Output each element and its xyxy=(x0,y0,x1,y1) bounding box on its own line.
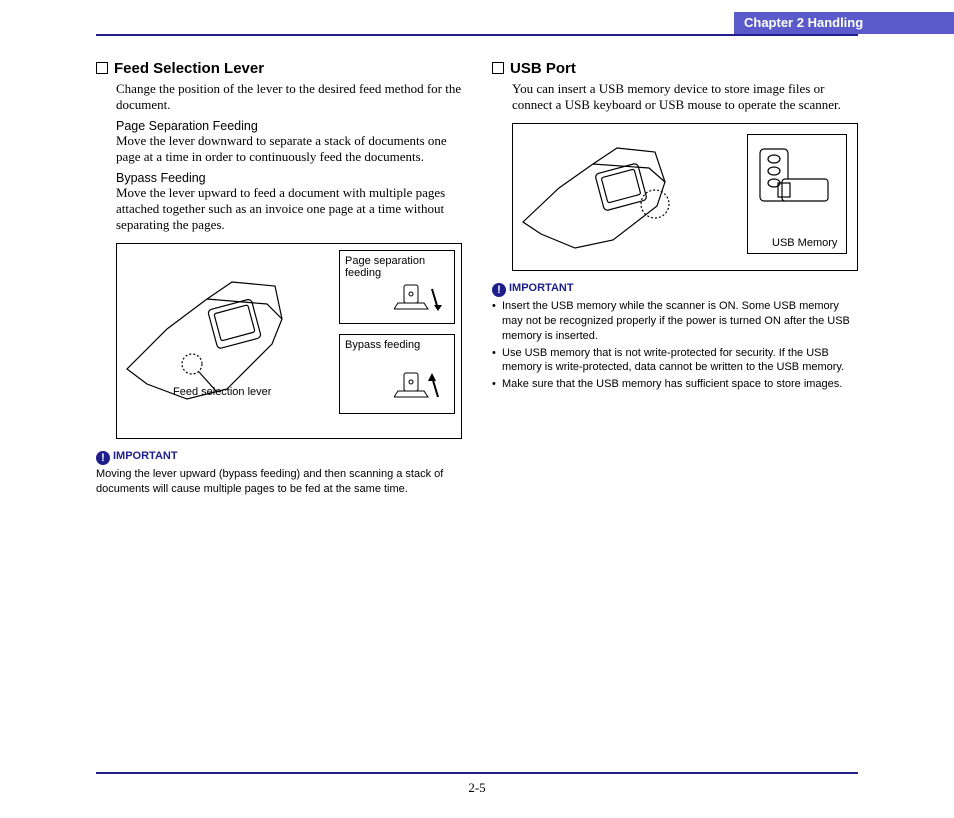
usb-port-heading: USB Port xyxy=(492,60,858,77)
usb-memory-inset: USB Memory xyxy=(747,134,847,254)
bypass-feeding-inset: Bypass feeding xyxy=(339,334,455,414)
page-separation-inset: Page separation feeding xyxy=(339,250,455,324)
important-icon: ! xyxy=(492,283,506,297)
usb-bullet-2: Use USB memory that is not write-protect… xyxy=(492,346,858,376)
bypass-feeding-inset-label: Bypass feeding xyxy=(345,339,449,351)
usb-bullet-3: Make sure that the USB memory has suffic… xyxy=(492,377,858,392)
feed-important-body: Moving the lever upward (bypass feeding)… xyxy=(96,467,462,497)
chapter-header: Chapter 2 Handling xyxy=(734,12,954,34)
usb-memory-detail-icon xyxy=(748,135,848,235)
footer-divider xyxy=(96,772,858,774)
lever-up-icon xyxy=(394,365,448,409)
usb-port-title: USB Port xyxy=(510,60,576,77)
usb-important-header: !IMPORTANT xyxy=(492,279,858,297)
page-separation-inset-label: Page separation feeding xyxy=(345,255,449,279)
usb-memory-label: USB Memory xyxy=(772,237,837,249)
important-icon: ! xyxy=(96,451,110,465)
usb-port-figure: USB Memory xyxy=(512,123,858,271)
usb-important-bullets: Insert the USB memory while the scanner … xyxy=(492,299,858,392)
lever-down-icon xyxy=(394,279,448,319)
feed-lever-heading: Feed Selection Lever xyxy=(96,60,462,77)
usb-bullet-1: Insert the USB memory while the scanner … xyxy=(492,299,858,344)
content-columns: Feed Selection Lever Change the position… xyxy=(96,60,858,748)
page-separation-body: Move the lever downward to separate a st… xyxy=(116,133,462,165)
feed-important-header: !IMPORTANT xyxy=(96,447,462,465)
bypass-feeding-body: Move the lever upward to feed a document… xyxy=(116,185,462,233)
feed-lever-title: Feed Selection Lever xyxy=(114,60,264,77)
scanner-usb-line-art-icon xyxy=(513,124,723,264)
feed-lever-intro: Change the position of the lever to the … xyxy=(116,81,462,113)
feed-lever-callout-label: Feed selection lever xyxy=(173,386,271,398)
square-bullet-icon xyxy=(96,62,108,74)
square-bullet-icon xyxy=(492,62,504,74)
section-feed-lever: Feed Selection Lever Change the position… xyxy=(96,60,462,497)
feed-lever-figure: Feed selection lever Page separation fee… xyxy=(116,243,462,439)
usb-port-intro: You can insert a USB memory device to st… xyxy=(512,81,858,113)
feed-important-label: IMPORTANT xyxy=(113,450,178,462)
header-divider xyxy=(96,34,858,36)
usb-important-label: IMPORTANT xyxy=(509,282,574,294)
page-separation-heading: Page Separation Feeding xyxy=(116,119,462,133)
page-number: 2-5 xyxy=(0,780,954,796)
bypass-feeding-heading: Bypass Feeding xyxy=(116,171,462,185)
section-usb-port: USB Port You can insert a USB memory dev… xyxy=(492,60,858,392)
